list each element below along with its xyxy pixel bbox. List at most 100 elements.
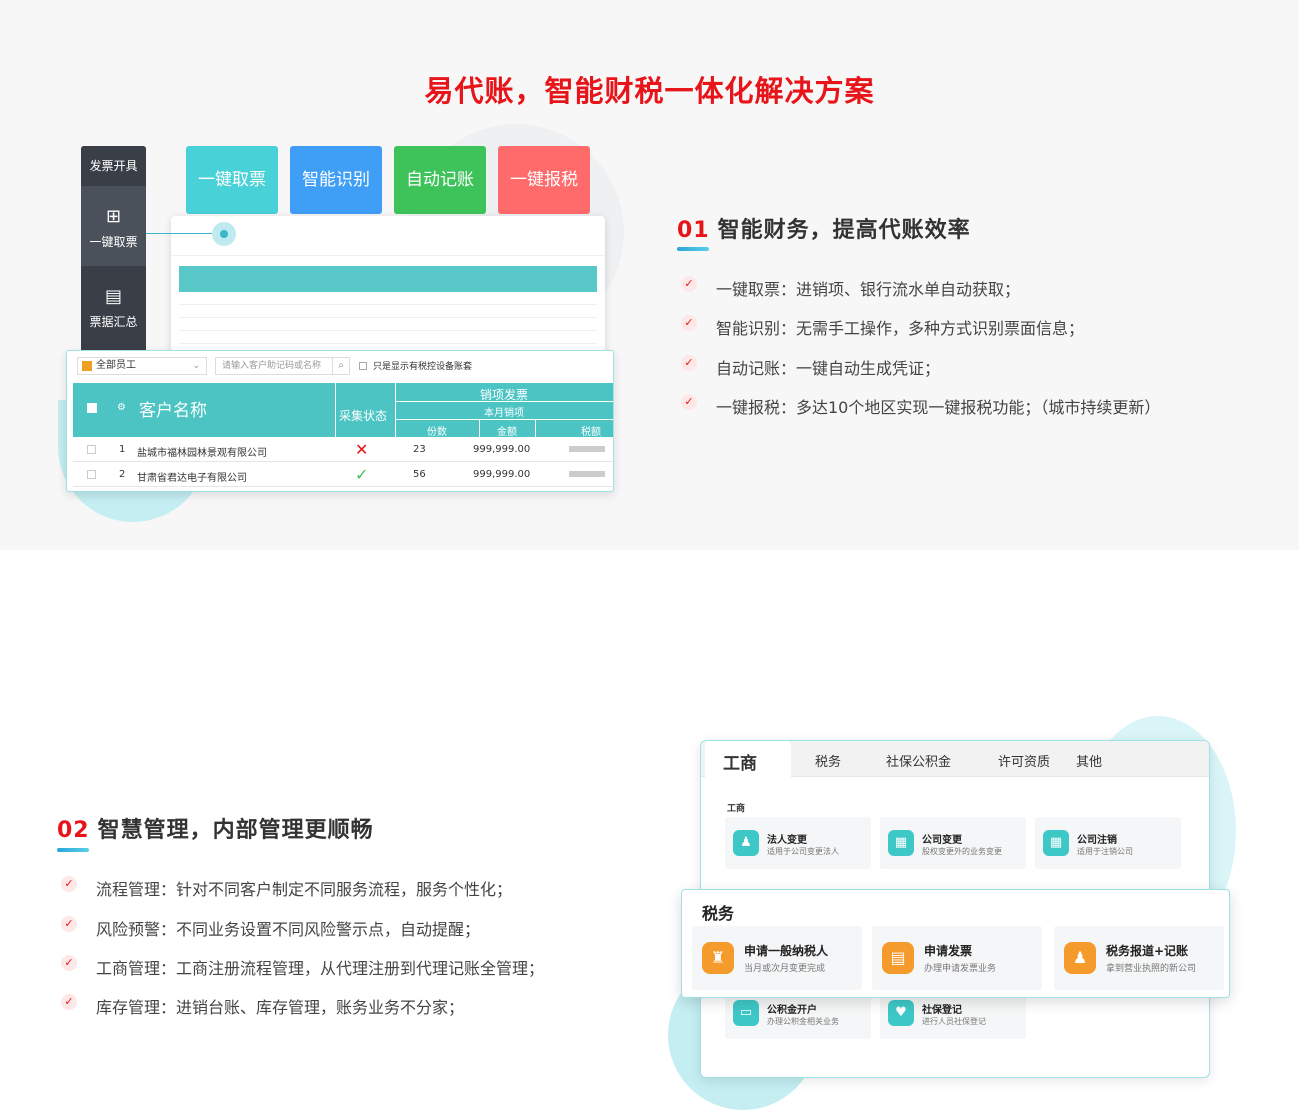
table-row <box>179 292 597 305</box>
sidebar-header: 发票开具 <box>81 146 146 186</box>
settings-icon[interactable]: ⚙ <box>117 402 126 413</box>
tile-recognize[interactable]: 智能识别 <box>290 146 382 214</box>
checkbox[interactable] <box>359 362 367 370</box>
check-icon: ✓ <box>61 955 77 971</box>
card-title: 税务报道+记账 <box>1106 944 1189 958</box>
card-title: 公积金开户 <box>767 1005 817 1016</box>
card-desc: 当月或次月变更完成 <box>744 964 826 974</box>
table-row[interactable]: 1 盐城市福林园林景观有限公司 ✕ 23 999,999.00 <box>73 437 613 462</box>
card-desc: 办理申请发票业务 <box>924 964 997 974</box>
section1-bullet: ✓ 自动记账：一键自动生成凭证； <box>681 355 940 379</box>
card-desc: 股权变更外的业务变更 <box>922 847 1002 856</box>
section2-heading: 02 智慧管理，内部管理更顺畅 <box>57 812 374 844</box>
card-apply-invoice[interactable]: ▤ 申请发票 办理申请发票业务 <box>872 926 1042 990</box>
tile-fetch[interactable]: 一键取票 <box>186 146 278 214</box>
row-tax-blurred <box>569 446 605 452</box>
chevron-down-icon: ⌄ <box>192 361 200 371</box>
person-icon: ♟ <box>733 830 759 856</box>
wallet-icon: ▭ <box>733 1000 759 1026</box>
sidebar-item-label: 票据汇总 <box>89 315 138 329</box>
section2-number: 02 <box>57 818 90 843</box>
table-header: ⚙ 客户名称 采集状态 销项发票 本月销项 份数 金额 税额 <box>73 383 613 438</box>
tab-license[interactable]: 许可资质 <box>998 751 1050 770</box>
tab-other[interactable]: 其他 <box>1076 751 1102 770</box>
section1-bullet: ✓ 一键报税：多达10个地区实现一键报税功能；（城市持续更新） <box>681 394 1160 418</box>
card-company-cancel[interactable]: ▦ 公司注销 适用于注销公司 <box>1035 817 1181 869</box>
card-desc: 适用于公司变更法人 <box>767 847 839 856</box>
row-count: 23 <box>413 444 426 455</box>
stamp-icon: ♜ <box>702 942 734 974</box>
section2-bullet: ✓ 流程管理：针对不同客户制定不同服务流程，服务个性化； <box>61 876 512 900</box>
background-toolbar <box>171 216 605 256</box>
background-table-header <box>179 266 597 292</box>
card-tax-report[interactable]: ♟ 税务报道+记账 拿到营业执照的新公司 <box>1054 926 1224 990</box>
status-ok-icon: ✓ <box>355 465 369 484</box>
popup-heading: 税务 <box>702 904 735 923</box>
card-title: 法人变更 <box>767 835 807 846</box>
section1-heading: 01 智能财务，提高代账效率 <box>677 212 971 244</box>
row-customer: 甘肃省君达电子有限公司 <box>137 473 247 484</box>
background-window <box>171 216 605 366</box>
check-icon: ✓ <box>681 276 697 292</box>
card-desc: 拿到营业执照的新公司 <box>1106 964 1197 974</box>
only-tax-checkbox[interactable]: 只是显示有税控设备账套 <box>359 359 472 372</box>
tab-social[interactable]: 社保公积金 <box>886 751 951 770</box>
tile-bookkeep[interactable]: 自动记账 <box>394 146 486 214</box>
search-placeholder: 请输入客户助记码或名称 <box>222 361 322 371</box>
card-company-change[interactable]: ▦ 公司变更 股权变更外的业务变更 <box>880 817 1026 869</box>
building-icon: ▦ <box>1043 830 1069 856</box>
ticket-plus-icon: ⊞ <box>105 206 122 227</box>
table-row <box>179 305 597 318</box>
sidebar: 发票开具 ⊞ 一键取票 ▤ 票据汇总 <box>81 146 146 361</box>
tab-tax[interactable]: 税务 <box>815 751 841 770</box>
row-checkbox[interactable] <box>87 470 96 479</box>
check-icon: ✓ <box>61 916 77 932</box>
card-desc: 办理公积金相关业务 <box>767 1017 839 1026</box>
select-all-checkbox[interactable] <box>87 403 97 413</box>
section2-title: 智慧管理，内部管理更顺畅 <box>97 818 374 843</box>
front-window: 全部员工 ⌄ 请输入客户助记码或名称 ⌕ 只是显示有税控设备账套 ⚙ 客户名称 … <box>66 350 614 492</box>
section1-underline <box>677 247 709 251</box>
folder-icon <box>82 361 92 371</box>
row-count: 56 <box>413 469 426 480</box>
tile-tax[interactable]: 一键报税 <box>498 146 590 214</box>
col-sub: 本月销项 <box>484 408 524 419</box>
invoice-icon: ▤ <box>882 942 914 974</box>
group-label: 工商 <box>727 804 746 814</box>
heart-hand-icon: ♥ <box>888 1000 914 1026</box>
row-customer: 盐城市福林园林景观有限公司 <box>137 448 267 459</box>
person-badge-icon: ♟ <box>1064 942 1096 974</box>
table-row <box>179 331 597 344</box>
col-status: 采集状态 <box>339 409 388 423</box>
sidebar-item-fetch[interactable]: ⊞ 一键取票 <box>81 186 146 266</box>
connector-line <box>146 233 212 234</box>
building-icon: ▦ <box>888 830 914 856</box>
section1-bullet: ✓ 一键取票：进销项、银行流水单自动获取； <box>681 276 1020 300</box>
status-fail-icon: ✕ <box>355 440 369 459</box>
check-icon: ✓ <box>681 355 697 371</box>
employee-select[interactable]: 全部员工 ⌄ <box>77 357 207 375</box>
search-input[interactable]: 请输入客户助记码或名称 ⌕ <box>215 357 350 375</box>
card-general-taxpayer[interactable]: ♜ 申请一般纳税人 当月或次月变更完成 <box>692 926 862 990</box>
table-toolbar: 全部员工 ⌄ 请输入客户助记码或名称 ⌕ 只是显示有税控设备账套 <box>73 357 603 377</box>
sidebar-item-summary[interactable]: ▤ 票据汇总 <box>81 266 146 346</box>
connector-dot <box>212 222 236 246</box>
row-checkbox[interactable] <box>87 445 96 454</box>
card-legal-change[interactable]: ♟ 法人变更 适用于公司变更法人 <box>725 817 871 869</box>
table-row <box>179 318 597 331</box>
stack-icon: ▤ <box>104 286 122 307</box>
service-tabs: 工商 税务 社保公积金 许可资质 其他 <box>701 741 1209 777</box>
table-row[interactable]: 2 甘肃省君达电子有限公司 ✓ 56 999,999.00 <box>73 462 613 487</box>
check-icon: ✓ <box>61 876 77 892</box>
search-icon[interactable]: ⌕ <box>332 357 350 375</box>
row-index: 1 <box>119 444 126 455</box>
check-icon: ✓ <box>61 994 77 1010</box>
tab-business[interactable]: 工商 <box>705 741 791 777</box>
card-title: 公司注销 <box>1077 835 1117 846</box>
col-tax: 税额 <box>581 427 601 438</box>
card-title: 社保登记 <box>922 1005 962 1016</box>
row-amount: 999,999.00 <box>473 444 531 455</box>
checkbox-label: 只是显示有税控设备账套 <box>373 362 473 372</box>
card-title: 申请发票 <box>924 944 973 958</box>
section1-bullet: ✓ 智能识别：无需手工操作，多种方式识别票面信息； <box>681 315 1084 339</box>
